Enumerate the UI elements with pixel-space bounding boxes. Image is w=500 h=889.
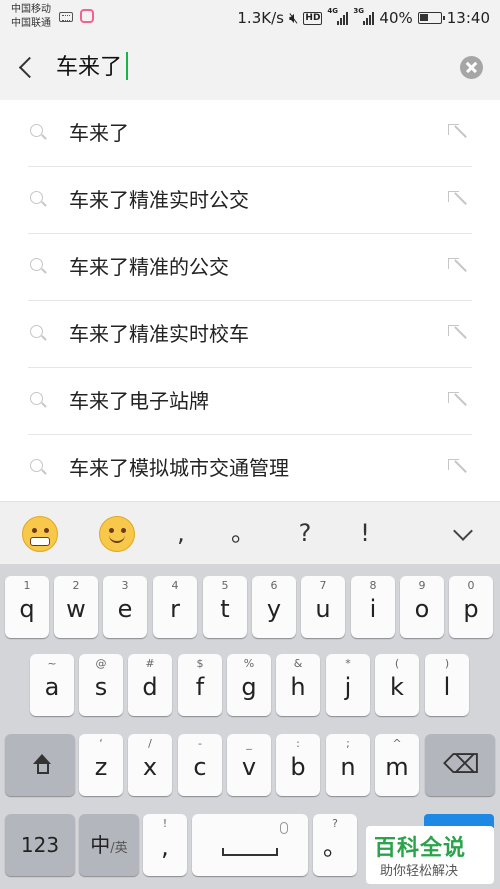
back-arrow-icon[interactable] xyxy=(16,54,40,82)
fill-query-arrow-icon[interactable] xyxy=(448,191,466,209)
key-j[interactable]: * j xyxy=(326,654,370,716)
language-switch-key[interactable]: 中/英 xyxy=(79,814,139,876)
key-t[interactable]: 5t xyxy=(203,576,247,638)
suggestion-text: 车来了电子站牌 xyxy=(69,389,209,413)
key-z[interactable]: ‘z xyxy=(79,734,123,796)
fill-query-arrow-icon[interactable] xyxy=(448,459,466,477)
suggestion-item[interactable]: 车来了精准实时公交 xyxy=(28,167,472,234)
key-f[interactable]: $ f xyxy=(178,654,222,716)
search-icon xyxy=(30,191,46,207)
search-icon xyxy=(30,459,46,475)
status-right: 1.3K/s 🔇︎ HD 4G 3G 40% 13:40 xyxy=(237,7,490,28)
shift-key[interactable] xyxy=(5,734,75,796)
mute-icon: 🔇︎ xyxy=(288,9,299,27)
search-input[interactable]: 车来了 xyxy=(56,52,122,84)
backspace-icon xyxy=(443,750,480,780)
microphone-icon xyxy=(280,822,288,834)
key-w[interactable]: 2w xyxy=(54,576,98,638)
suggestion-text: 车来了精准的公交 xyxy=(69,255,229,279)
lang-primary: 中 xyxy=(90,833,111,857)
carrier-1: 中国移动 xyxy=(11,4,51,15)
comma-key[interactable]: !, xyxy=(143,814,187,876)
suggestion-item[interactable]: 车来了模拟城市交通管理 xyxy=(28,435,472,502)
key-r[interactable]: 4r xyxy=(153,576,197,638)
key-s[interactable]: @ s xyxy=(79,654,123,716)
suggestion-item[interactable]: 车来了 xyxy=(28,100,472,167)
lang-secondary: /英 xyxy=(110,841,128,856)
key-a[interactable]: ~ a xyxy=(30,654,74,716)
shift-icon xyxy=(31,754,51,774)
punct-exclaim[interactable]: ! xyxy=(350,512,380,554)
signal-3g-icon: 3G xyxy=(353,7,375,25)
suggestion-text: 车来了模拟城市交通管理 xyxy=(69,456,289,480)
search-header: 车来了 xyxy=(0,36,500,100)
fill-query-arrow-icon[interactable] xyxy=(448,258,466,276)
punct-comma[interactable]: , xyxy=(166,512,196,554)
signal-4g-icon: 4G xyxy=(327,7,349,25)
backspace-key[interactable] xyxy=(425,734,495,796)
key-c[interactable]: -c xyxy=(178,734,222,796)
key-i[interactable]: 8i xyxy=(351,576,395,638)
clock: 13:40 xyxy=(446,9,490,27)
watermark-logo: 百科全说 助你轻松解决 xyxy=(366,826,494,884)
emoji-punctuation-bar: , 。 ? ! xyxy=(0,501,500,564)
search-icon xyxy=(30,392,46,408)
suggestion-item[interactable]: 车来了电子站牌 xyxy=(28,368,472,435)
key-h[interactable]: & h xyxy=(276,654,320,716)
key-e[interactable]: 3e xyxy=(103,576,147,638)
search-icon xyxy=(30,124,46,140)
text-cursor xyxy=(126,52,128,80)
search-icon xyxy=(30,325,46,341)
numbers-key[interactable]: 123 xyxy=(5,814,75,876)
watermark-subtitle: 助你轻松解决 xyxy=(380,864,459,879)
key-y[interactable]: 6y xyxy=(252,576,296,638)
key-b[interactable]: :b xyxy=(276,734,320,796)
fill-query-arrow-icon[interactable] xyxy=(448,392,466,410)
punct-period[interactable]: 。 xyxy=(228,512,258,554)
carrier-info: 中国移动 中国联通 xyxy=(11,3,51,31)
carrier-2: 中国联通 xyxy=(11,18,51,29)
space-key[interactable] xyxy=(192,814,308,876)
suggestion-text: 车来了精准实时公交 xyxy=(69,188,249,212)
search-icon xyxy=(30,258,46,274)
fill-query-arrow-icon[interactable] xyxy=(448,124,466,142)
grin-emoji-icon[interactable] xyxy=(22,516,58,552)
key-x[interactable]: / x xyxy=(128,734,172,796)
fill-query-arrow-icon[interactable] xyxy=(448,325,466,343)
key-q[interactable]: 1q xyxy=(5,576,49,638)
clear-icon[interactable] xyxy=(460,56,483,79)
battery-percent: 40% xyxy=(379,9,413,27)
suggestion-list: 车来了 车来了精准实时公交 车来了精准的公交 车来了精准实时校车 车来了电子站牌… xyxy=(0,100,500,502)
app-notification-icon xyxy=(80,9,94,23)
keyboard-icon xyxy=(59,12,73,22)
key-g[interactable]: % g xyxy=(227,654,271,716)
hd-icon: HD xyxy=(303,11,323,25)
punct-question[interactable]: ? xyxy=(290,512,320,554)
space-icon xyxy=(222,848,278,856)
key-u[interactable]: 7u xyxy=(301,576,345,638)
collapse-chevron-icon[interactable] xyxy=(453,521,473,541)
smile-emoji-icon[interactable] xyxy=(99,516,135,552)
suggestion-item[interactable]: 车来了精准的公交 xyxy=(28,234,472,301)
key-o[interactable]: 9o xyxy=(400,576,444,638)
key-k[interactable]: (k xyxy=(375,654,419,716)
key-n[interactable]: ; n xyxy=(326,734,370,796)
key-m[interactable]: ^ m xyxy=(375,734,419,796)
suggestion-text: 车来了 xyxy=(69,121,129,145)
key-v[interactable]: _ v xyxy=(227,734,271,796)
watermark-title: 百科全说 xyxy=(374,836,467,861)
period-key[interactable]: ?。 xyxy=(313,814,357,876)
key-d[interactable]: # d xyxy=(128,654,172,716)
suggestion-text: 车来了精准实时校车 xyxy=(69,322,249,346)
key-l[interactable]: ) l xyxy=(425,654,469,716)
suggestion-item[interactable]: 车来了精准实时校车 xyxy=(28,301,472,368)
network-speed: 1.3K/s xyxy=(237,9,284,27)
key-p[interactable]: 0p xyxy=(449,576,493,638)
status-bar: 中国移动 中国联通 1.3K/s 🔇︎ HD 4G 3G 40% 13:40 xyxy=(0,0,500,36)
battery-icon xyxy=(417,12,445,24)
